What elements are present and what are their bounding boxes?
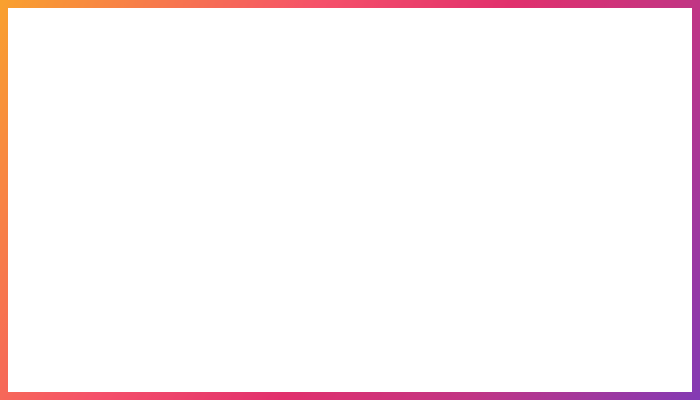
trend-icon[interactable]: [565, 134, 589, 152]
online-status-dot: [392, 276, 402, 286]
share-icon[interactable]: [282, 19, 302, 43]
story-thumbnail[interactable]: 👁 1 4: [663, 14, 693, 98]
viewers-section-title: ЗРИТЕЛИ: [365, 172, 420, 184]
viewer-username[interactable]: anastasiazhydchenko: [412, 200, 536, 214]
avatar[interactable]: [365, 298, 403, 336]
thumbnail-views: 1 471: [629, 84, 655, 95]
story-right-panel: 👁 1 556 👁 1 509 👁 1 471 👁 1 4 1 556 ЗРИТ…: [350, 8, 693, 392]
add-highlight-section: Добавить в актуальное Добавить в актуаль…: [8, 192, 350, 286]
download-icon[interactable]: [250, 20, 270, 42]
add-highlight-title: Добавить в актуальное: [108, 252, 250, 266]
views-count[interactable]: 1 556: [399, 136, 452, 151]
download-icon[interactable]: [601, 132, 621, 154]
add-highlight-link[interactable]: Добавить в актуальное: [8, 272, 350, 286]
send-icon[interactable]: [665, 358, 685, 383]
eye-icon: [48, 28, 62, 37]
viewer-username[interactable]: dmytro_korol: [412, 250, 489, 264]
eye-icon: 👁: [667, 84, 680, 95]
eye-icon: 👁: [615, 84, 628, 95]
more-options-icon[interactable]: •••: [637, 360, 655, 376]
viewer-username[interactable]: victoria.bohomaz: [412, 300, 511, 314]
more-options-icon[interactable]: •••: [637, 308, 655, 324]
insights-icon[interactable]: [365, 132, 387, 154]
viewer-full-name: Вика: [412, 318, 439, 332]
story-toolbar-right: 1 556: [351, 120, 692, 166]
viewer-full-name: Anastasia Zhydchenko: [412, 218, 534, 232]
avatar[interactable]: [365, 198, 403, 236]
viewer-username[interactable]: katenetotalhate: [412, 352, 500, 366]
thumbnail-views: 1 509: [577, 84, 603, 95]
story-thumbnail[interactable]: 👁 1 471: [611, 14, 659, 98]
eye-icon: [399, 139, 413, 148]
more-options-icon[interactable]: •••: [637, 208, 655, 224]
viewer-row[interactable]: dmytro_korol Dmytro Korol •••: [351, 246, 692, 296]
story-thumbnail[interactable]: 👁 1 509: [559, 14, 607, 98]
thumbnail-views: 1 556: [515, 88, 541, 99]
insights-icon[interactable]: [14, 21, 36, 43]
viewer-row[interactable]: anastasiazhydchenko Anastasia Zhydchenko…: [351, 196, 692, 246]
story-toolbar-left: 1 913: [8, 8, 350, 54]
trend-icon[interactable]: [214, 22, 238, 40]
story-left-panel: 1 913 Добавить в актуальное Добавить в а…: [8, 8, 350, 392]
send-icon[interactable]: [665, 206, 685, 231]
viewer-full-name: Dmytro Korol: [412, 268, 483, 282]
more-options-icon[interactable]: •••: [637, 258, 655, 274]
share-icon[interactable]: [633, 131, 653, 155]
story-thumbnail[interactable]: 👁 1 556: [495, 12, 551, 104]
views-count[interactable]: 1 913: [48, 25, 101, 40]
eye-icon: 👁: [501, 88, 514, 99]
eye-icon: 👁: [563, 84, 576, 95]
viewer-full-name: Kate Litvin: [412, 370, 469, 384]
avatar[interactable]: [365, 350, 403, 388]
send-icon[interactable]: [665, 306, 685, 331]
trash-icon[interactable]: [316, 19, 336, 43]
viewer-row[interactable]: katenetotalhate Kate Litvin •••: [351, 348, 692, 398]
trash-icon[interactable]: [665, 131, 685, 155]
views-count-label: 1 556: [419, 136, 452, 151]
send-icon[interactable]: [665, 256, 685, 281]
views-count-label: 1 913: [68, 25, 101, 40]
story-thumbnails-strip: 👁 1 556 👁 1 509 👁 1 471 👁 1 4: [351, 8, 693, 120]
thumbnail-views: 1 4: [681, 84, 693, 95]
views-tab-underline: [399, 164, 447, 166]
highlight-heart-icon[interactable]: [155, 192, 203, 240]
viewer-row[interactable]: victoria.bohomaz Вика •••: [351, 296, 692, 346]
views-tab-underline: [48, 52, 96, 54]
